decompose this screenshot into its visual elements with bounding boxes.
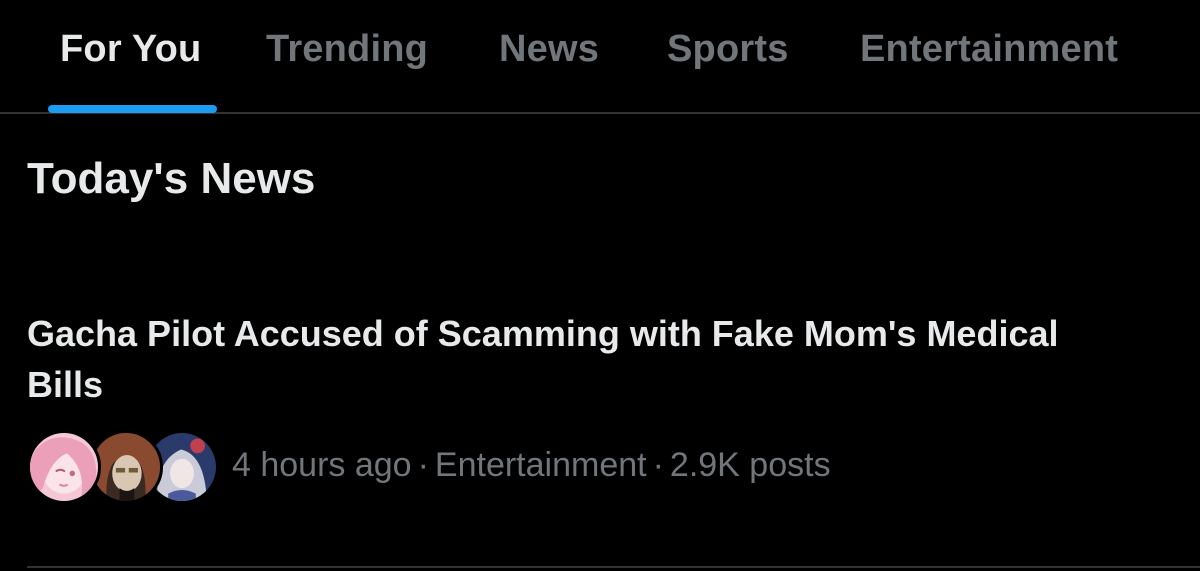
divider	[27, 566, 1200, 568]
news-post-count: 2.9K posts	[669, 446, 831, 484]
tab-trending[interactable]: Trending	[266, 28, 428, 80]
tab-for-you[interactable]: For You	[60, 28, 201, 80]
meta-separator: ·	[652, 446, 664, 484]
dark-hair-avatar-icon	[92, 433, 160, 501]
news-item[interactable]: Gacha Pilot Accused of Scamming with Fak…	[0, 290, 1200, 560]
avatar-stack	[27, 430, 219, 506]
active-tab-indicator	[48, 105, 217, 113]
section-title: Today's News	[27, 154, 316, 203]
pink-anime-avatar-icon	[30, 433, 98, 501]
meta-separator: ·	[417, 446, 429, 484]
news-timestamp: 4 hours ago	[232, 446, 412, 484]
tab-news[interactable]: News	[499, 28, 599, 80]
avatar	[27, 430, 101, 504]
top-tab-bar: For You Trending News Sports Entertainme…	[0, 0, 1200, 114]
news-headline: Gacha Pilot Accused of Scamming with Fak…	[27, 313, 1059, 405]
tab-entertainment[interactable]: Entertainment	[860, 28, 1118, 80]
tab-sports[interactable]: Sports	[667, 28, 789, 80]
news-meta: 4 hours ago · Entertainment · 2.9K posts	[232, 446, 831, 485]
news-category: Entertainment	[434, 446, 647, 484]
